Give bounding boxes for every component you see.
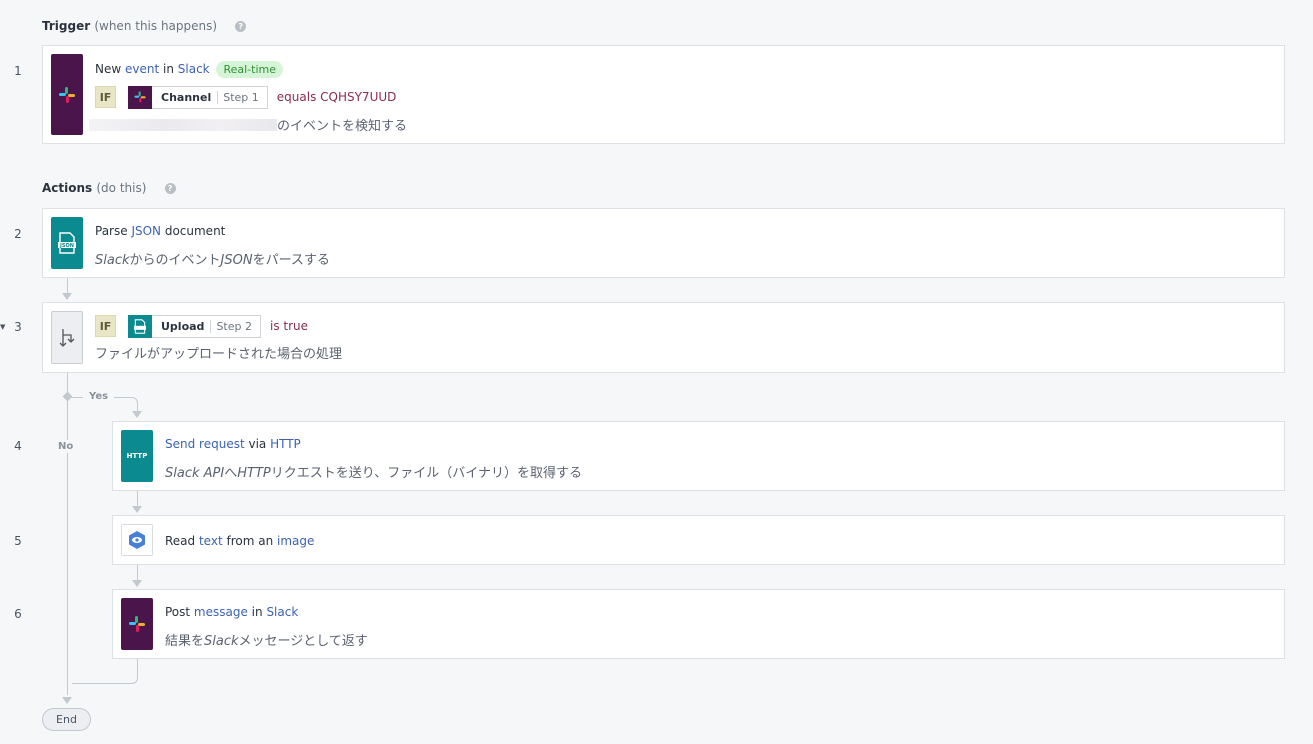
merge-curve [72, 672, 138, 684]
step-4-card[interactable]: HTTP Send request via HTTP Slack APIへHTT… [112, 421, 1285, 491]
condition-operator: is true [269, 319, 309, 333]
field-name: Upload [161, 319, 205, 333]
if-label: IF [95, 315, 116, 337]
step-number: 1 [14, 64, 22, 78]
slack-logo-icon [128, 85, 152, 109]
step-3-card[interactable]: IF Upload Step 2 is true ファイルがアップロードされた場… [42, 302, 1285, 373]
step-number: 5 [14, 534, 22, 548]
connector-arrow [132, 580, 142, 587]
if-label: IF [95, 86, 116, 108]
field-step: Step 2 [210, 319, 260, 333]
step-6-title: Post message in Slack [165, 605, 299, 619]
no-branch-line [67, 373, 68, 695]
slack-logo-icon [51, 54, 83, 135]
step-1-title: New event in Slack Real-time [95, 61, 283, 78]
step-1-condition[interactable]: IF Channel Step 1 equals CQHSY7UUD [95, 85, 396, 109]
trigger-section-title: Trigger (when this happens) ? [42, 19, 247, 33]
step-5-title: Read text from an image [165, 534, 315, 548]
condition-operator: equals CQHSY7UUD [276, 90, 397, 104]
connector-line [137, 491, 138, 506]
connector-arrow [132, 506, 142, 513]
svg-text:JSON: JSON [59, 243, 74, 249]
step-3-condition[interactable]: IF Upload Step 2 is true [95, 314, 308, 338]
step-5-card[interactable]: Read text from an image [112, 515, 1285, 565]
connector-arrow [62, 697, 72, 704]
conditional-branch-icon [51, 311, 83, 364]
step-1-card[interactable]: New event in Slack Real-time IF Channel … [42, 45, 1285, 144]
end-node[interactable]: End [42, 708, 91, 731]
step-number: 3 [14, 320, 22, 334]
json-file-icon: JSON [51, 217, 83, 269]
step-2-title: Parse JSON document [95, 224, 226, 238]
help-icon[interactable]: ? [235, 21, 247, 32]
yes-branch-label: Yes [89, 391, 109, 402]
step-1-description: のイベントを検知する [89, 115, 407, 134]
step-number: 2 [14, 227, 22, 241]
step-6-card[interactable]: Post message in Slack 結果をSlackメッセージとして返す [112, 589, 1285, 659]
yes-branch-line [71, 397, 83, 398]
step-number: 6 [14, 607, 22, 621]
yes-branch-line [137, 402, 138, 411]
google-vision-icon [121, 524, 153, 556]
step-4-description: Slack APIへHTTPリクエストを送り、ファイル（バイナリ）を取得する [165, 466, 582, 481]
slack-logo-icon [121, 598, 153, 650]
json-file-icon [128, 314, 152, 338]
no-branch-label: No [58, 440, 74, 453]
field-step: Step 1 [217, 90, 267, 104]
step-2-card[interactable]: JSON Parse JSON document SlackからのイベントJSO… [42, 208, 1285, 278]
redacted-text [89, 119, 277, 131]
collapse-caret-icon[interactable]: ▼ [0, 323, 5, 331]
field-name: Channel [161, 90, 212, 104]
connector-line [67, 278, 68, 293]
upload-field-pill[interactable]: Upload Step 2 [128, 314, 261, 338]
channel-field-pill[interactable]: Channel Step 1 [128, 85, 268, 109]
connector-line [137, 565, 138, 580]
connector-arrow [62, 293, 72, 300]
step-4-title: Send request via HTTP [165, 437, 301, 451]
http-icon: HTTP [121, 430, 153, 482]
realtime-badge: Real-time [216, 61, 283, 78]
step-6-description: 結果をSlackメッセージとして返す [165, 634, 368, 649]
yes-branch-curve [129, 397, 138, 403]
step-number: 4 [14, 439, 22, 453]
actions-section-title: Actions (do this) ? [42, 181, 176, 195]
step-3-description: ファイルがアップロードされた場合の処理 [95, 347, 343, 362]
connector-arrow [132, 411, 142, 418]
step-2-description: SlackからのイベントJSONをパースする [95, 253, 330, 268]
help-icon[interactable]: ? [164, 183, 176, 194]
